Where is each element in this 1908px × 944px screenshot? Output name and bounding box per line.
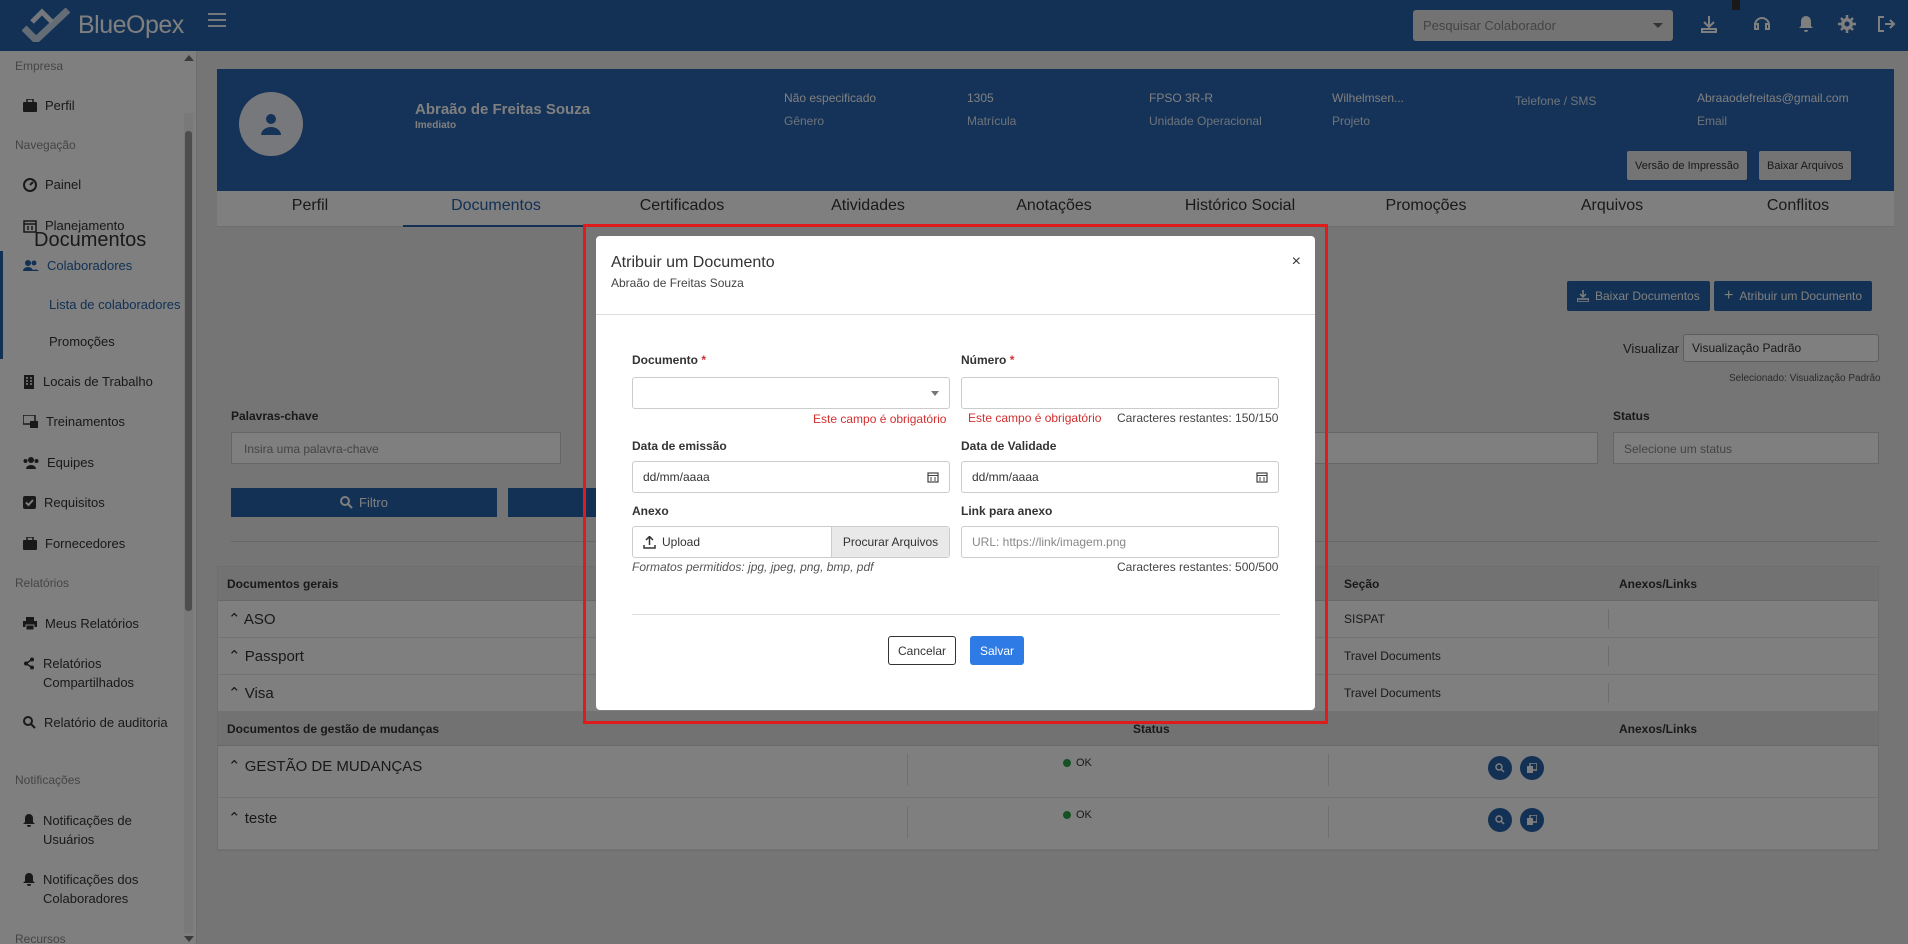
link-char-counter: Caracteres restantes: 500/500: [1117, 560, 1279, 574]
numero-label: Número *: [961, 353, 1015, 367]
divider: [632, 614, 1280, 615]
numero-input[interactable]: [961, 377, 1279, 409]
modal-title: Atribuir um Documento: [611, 254, 775, 271]
divider: [596, 314, 1315, 315]
calendar-icon[interactable]: [927, 471, 939, 483]
browse-files-button[interactable]: Procurar Arquivos: [831, 527, 949, 557]
validade-label: Data de Validade: [961, 439, 1057, 453]
validade-placeholder: dd/mm/aaaa: [972, 470, 1039, 484]
numero-error: Este campo é obrigatório: [968, 411, 1102, 425]
file-upload-control[interactable]: Upload Procurar Arquivos: [632, 526, 950, 558]
cancel-button[interactable]: Cancelar: [888, 636, 956, 665]
close-icon[interactable]: ×: [1292, 253, 1301, 271]
validade-date-input[interactable]: dd/mm/aaaa: [961, 461, 1279, 493]
upload-icon: [643, 535, 656, 549]
save-button[interactable]: Salvar: [970, 636, 1024, 665]
emissao-label: Data de emissão: [632, 439, 727, 453]
emissao-placeholder: dd/mm/aaaa: [643, 470, 710, 484]
modal-subtitle: Abraão de Freitas Souza: [611, 276, 744, 290]
anexo-label: Anexo: [632, 504, 669, 518]
documento-select[interactable]: [632, 377, 950, 409]
numero-char-counter: Caracteres restantes: 150/150: [1117, 411, 1279, 425]
documento-label: Documento *: [632, 353, 707, 367]
chevron-down-icon: [931, 391, 939, 396]
documento-error: Este campo é obrigatório: [813, 412, 947, 426]
upload-area[interactable]: Upload: [633, 527, 831, 557]
link-label: Link para anexo: [961, 504, 1053, 518]
assign-document-modal: Atribuir um Documento Abraão de Freitas …: [596, 236, 1315, 710]
link-input[interactable]: URL: https://link/imagem.png: [961, 526, 1279, 558]
upload-label: Upload: [662, 535, 701, 549]
calendar-icon[interactable]: [1256, 471, 1268, 483]
formats-note: Formatos permitidos: jpg, jpeg, png, bmp…: [632, 560, 874, 574]
emissao-date-input[interactable]: dd/mm/aaaa: [632, 461, 950, 493]
